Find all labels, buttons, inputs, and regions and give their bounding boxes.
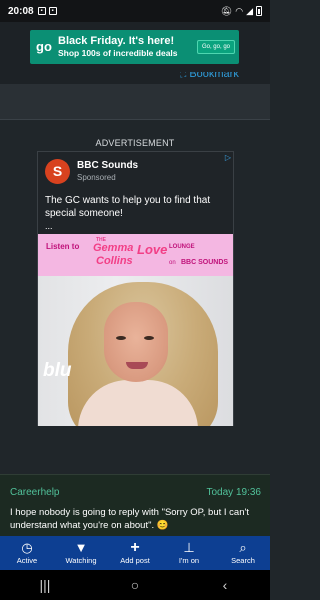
top-ad-text: Black Friday. It's here! Shop 100s of in… (58, 35, 178, 59)
podcast-banner: Listen to THE Gemma Collins Love LOUNGE … (38, 234, 233, 276)
bbc-sounds-logo: S (45, 159, 70, 184)
ad-section: ADVERTISEMENT ▷ S BBC Sounds Sponsored T… (0, 122, 270, 474)
banner-listen-text: Listen to (46, 242, 80, 251)
banner-collins-text: Collins (96, 255, 133, 267)
photo-eye (144, 336, 154, 340)
photo-face (104, 302, 168, 382)
go-logo: go (36, 39, 52, 54)
post-time: Today 19:36 (206, 487, 262, 498)
photo-overlay-text: blu (43, 360, 72, 381)
recent-apps-button[interactable]: ||| (25, 577, 65, 593)
thread-divider (0, 84, 270, 120)
banner-lounge-text: LOUNGE (169, 244, 195, 250)
system-nav-bar: ||| ○ ‹ (0, 570, 270, 600)
banner-gemma-text: Gemma (93, 242, 134, 254)
clock-icon: ◷ (21, 539, 33, 555)
post-body: I hope nobody is going to reply with "So… (10, 507, 249, 531)
bookmark-label: Bookmark (189, 72, 239, 80)
bottom-nav: ◷ Active ▼ Watching + Add post ⊥ I'm on … (0, 536, 270, 570)
top-ad-headline: Black Friday. It's here! (58, 35, 175, 47)
photo-mouth (126, 362, 148, 369)
status-icons: 🔕︎ ◠ ◢ (221, 6, 262, 17)
nav-add-post[interactable]: + Add post (108, 536, 162, 570)
ad-body-text: The GC wants to help you to find that sp… (45, 195, 211, 219)
nav-label: Add post (120, 555, 150, 565)
wifi-icon: ◠ (235, 5, 244, 16)
notification-icon: ▪ (37, 7, 46, 15)
sponsor-row: S BBC Sounds Sponsored (45, 159, 138, 184)
pin-icon: ⊥ (183, 539, 195, 555)
battery-icon (256, 6, 262, 16)
plus-icon: + (130, 538, 140, 556)
ad-choices-icon[interactable]: ▷ (225, 153, 231, 162)
ad-photo: blu (38, 276, 233, 426)
signal-icon: ◢ (246, 5, 253, 16)
forum-page: 20:08 ▪ ▪ 🔕︎ ◠ ◢ go Black Friday. It's h… (0, 0, 270, 600)
post-author[interactable]: Careerhelp (10, 487, 59, 498)
notification-icon: ▪ (48, 7, 57, 15)
ad-image[interactable]: Listen to THE Gemma Collins Love LOUNGE … (38, 234, 233, 426)
home-button[interactable]: ○ (115, 577, 155, 593)
bookmark-strip: ⛶ Bookmark (0, 72, 270, 84)
filter-icon: ▼ (74, 539, 88, 555)
nav-label: I'm on (178, 555, 200, 565)
back-button[interactable]: ‹ (205, 577, 245, 593)
banner-love-text: Love (137, 242, 168, 257)
sponsor-text: BBC Sounds Sponsored (77, 160, 138, 183)
sponsor-name: BBC Sounds (77, 160, 139, 171)
nav-watching[interactable]: ▼ Watching (54, 536, 108, 570)
nav-active[interactable]: ◷ Active (0, 536, 54, 570)
search-icon: ⌕ (239, 539, 247, 555)
bookmark-link[interactable]: ⛶ Bookmark (180, 72, 239, 80)
nav-label: Watching (65, 555, 97, 565)
nav-label: Active (16, 555, 38, 565)
sponsored-ad-card[interactable]: ▷ S BBC Sounds Sponsored The GC wants to… (37, 151, 234, 426)
mute-icon: 🔕︎ (220, 5, 233, 16)
status-time: 20:08 (8, 5, 34, 17)
sponsored-tag: Sponsored (77, 173, 116, 182)
forum-post: Careerhelp Today 19:36 I hope nobody is … (0, 474, 270, 536)
banner-on-text: on (169, 260, 176, 266)
top-banner-ad[interactable]: go Black Friday. It's here! Shop 100s of… (30, 30, 239, 64)
nav-label: Search (231, 555, 255, 565)
nav-im-on[interactable]: ⊥ I'm on (162, 536, 216, 570)
banner-bbc-sounds-text: BBC SOUNDS (181, 259, 229, 266)
advertisement-label: ADVERTISEMENT (95, 138, 175, 148)
bookmark-icon: ⛶ (180, 72, 187, 79)
status-bar: 20:08 ▪ ▪ 🔕︎ ◠ ◢ (0, 0, 270, 22)
photo-eye (116, 336, 126, 340)
top-ad-subline: Shop 100s of incredible deals (58, 48, 178, 58)
top-ad-button[interactable]: Go, go, go (196, 40, 235, 54)
ad-ellipsis: ... (45, 221, 53, 231)
nav-search[interactable]: ⌕ Search (216, 536, 270, 570)
